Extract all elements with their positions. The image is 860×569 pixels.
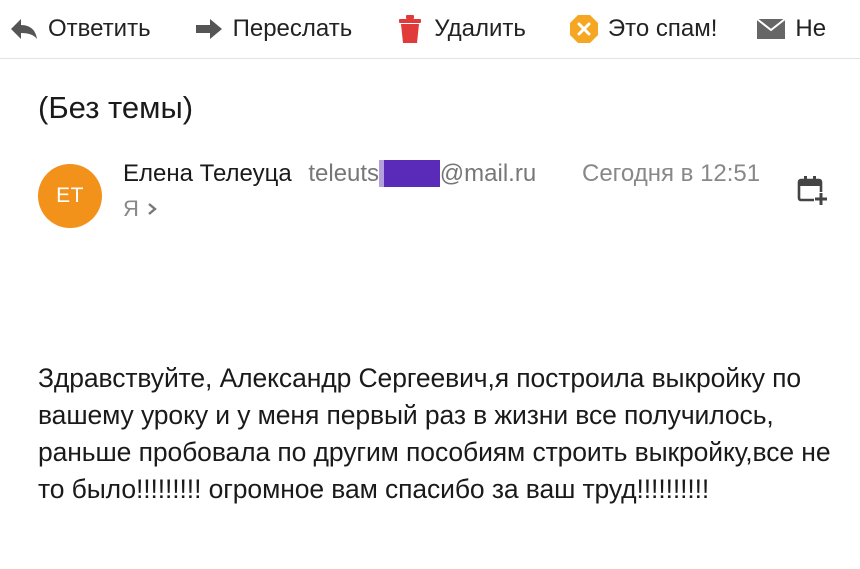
reply-button[interactable]: Ответить (6, 0, 151, 58)
message-subject: (Без темы) (38, 90, 194, 125)
recipient-label: Я (123, 196, 139, 221)
chevron-right-icon (147, 202, 157, 216)
avatar-initials: ET (56, 184, 84, 207)
reply-arrow-icon (6, 14, 42, 44)
sender-line: Елена Телеуца teleutslenna@mail.ru (123, 160, 536, 188)
delete-label: Удалить (434, 15, 526, 42)
sender-avatar[interactable]: ET (38, 164, 102, 228)
redaction-mark: enna (384, 160, 440, 187)
delete-button[interactable]: Удалить (392, 0, 526, 58)
spam-button[interactable]: Это спам! (566, 0, 718, 58)
sender-email[interactable]: teleutslenna@mail.ru (308, 160, 536, 187)
sender-email-prefix: teleuts (308, 160, 380, 187)
reply-label: Ответить (48, 15, 151, 42)
sender-name[interactable]: Елена Телеуца (123, 160, 292, 187)
message-body: Здравствуйте, Александр Сергеевич,я пост… (38, 363, 831, 504)
spam-label: Это спам! (607, 15, 718, 42)
calendar-add-icon[interactable] (796, 174, 828, 206)
envelope-icon (753, 14, 789, 44)
message-toolbar: Ответить Переслать Удалить Это спам! Не (0, 0, 860, 59)
forward-arrow-icon (191, 14, 227, 44)
message-date: Сегодня в 12:51 (582, 160, 761, 187)
mark-unread-button[interactable]: Не (753, 0, 826, 58)
forward-label: Переслать (232, 15, 353, 42)
mark-unread-label: Не (795, 15, 827, 42)
recipient-toggle[interactable]: Я (123, 196, 157, 222)
spam-icon (566, 14, 602, 44)
sender-email-domain: @mail.ru (439, 160, 537, 187)
trash-icon (392, 14, 428, 44)
forward-button[interactable]: Переслать (191, 0, 353, 58)
